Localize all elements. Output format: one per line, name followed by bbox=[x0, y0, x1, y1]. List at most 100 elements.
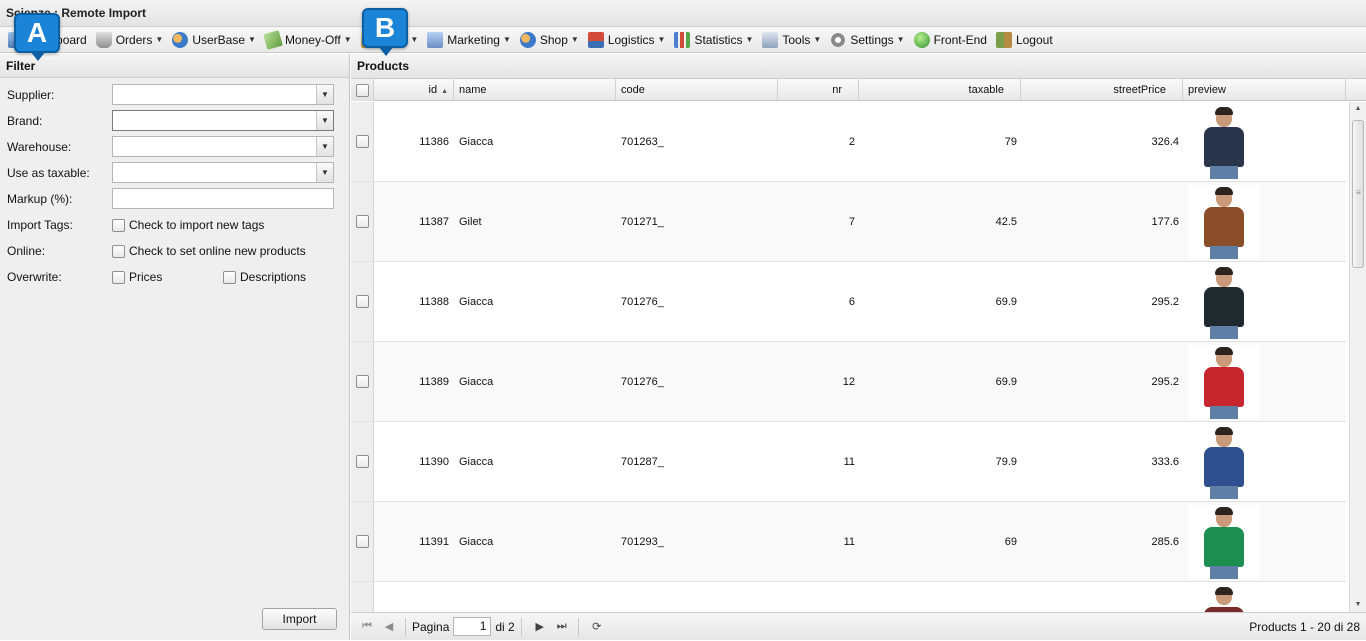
caret-down-icon: ▼ bbox=[570, 35, 579, 44]
import-tags-row: Import Tags: Check to import new tags bbox=[7, 214, 337, 236]
cell-id bbox=[374, 582, 454, 612]
row-checkbox[interactable] bbox=[355, 215, 369, 228]
select-all-checkbox[interactable] bbox=[355, 83, 369, 97]
next-page-icon[interactable]: ▶ bbox=[530, 617, 550, 637]
product-preview-image[interactable] bbox=[1188, 344, 1260, 419]
table-row[interactable] bbox=[351, 582, 1346, 612]
product-preview-image[interactable] bbox=[1188, 264, 1260, 339]
table-row[interactable]: 11387 Gilet 701271_ 7 42.5 177.6 bbox=[351, 182, 1346, 262]
menu-item-label: Statistics bbox=[694, 32, 743, 47]
menu-item-orders[interactable]: Orders ▼ bbox=[92, 29, 168, 51]
markup-label: Markup (%): bbox=[7, 192, 73, 206]
chevron-down-icon[interactable]: ▼ bbox=[316, 85, 333, 104]
last-page-icon[interactable]: ⏭ bbox=[552, 617, 572, 637]
product-preview-image[interactable] bbox=[1188, 104, 1260, 179]
table-row[interactable]: 11391 Giacca 701293_ 11 69 285.6 bbox=[351, 502, 1346, 582]
warehouse-label: Warehouse: bbox=[7, 140, 72, 154]
cell-code bbox=[616, 582, 778, 612]
chevron-down-icon[interactable]: ▼ bbox=[316, 137, 333, 156]
menu-item-marketing[interactable]: Marketing ▼ bbox=[423, 29, 515, 51]
import-button[interactable]: Import bbox=[262, 608, 337, 630]
product-preview-image[interactable] bbox=[1188, 504, 1260, 579]
row-select-cell[interactable] bbox=[351, 342, 374, 421]
checkbox[interactable] bbox=[223, 270, 236, 284]
window-title: Scienze : Remote Import bbox=[0, 0, 1366, 27]
first-page-icon[interactable]: ⏮ bbox=[357, 617, 377, 637]
row-select-cell[interactable] bbox=[351, 102, 374, 181]
supplier-combo[interactable]: ▼ bbox=[112, 84, 334, 105]
row-checkbox[interactable] bbox=[355, 295, 369, 308]
column-preview[interactable]: preview bbox=[1183, 79, 1346, 101]
cell-preview bbox=[1183, 102, 1346, 181]
scroll-up-icon[interactable]: ▲ bbox=[1350, 102, 1366, 116]
cell-id: 11387 bbox=[419, 215, 449, 228]
taxable-combo[interactable]: ▼ bbox=[112, 162, 334, 183]
online-label: Online: bbox=[7, 244, 46, 258]
row-checkbox[interactable] bbox=[355, 375, 369, 388]
header-spacer bbox=[1346, 79, 1366, 101]
products-panel: Products id ▲ name code nr taxable street… bbox=[351, 54, 1366, 640]
cart-icon bbox=[95, 31, 112, 48]
menu-item-money-off[interactable]: Money-Off ▼ bbox=[261, 29, 356, 51]
table-row[interactable]: 11389 Giacca 701276_ 12 69.9 295.2 bbox=[351, 342, 1346, 422]
cell-taxable bbox=[859, 582, 1021, 612]
column-nr[interactable]: nr bbox=[778, 79, 859, 101]
table-row[interactable]: 11388 Giacca 701276_ 6 69.9 295.2 bbox=[351, 262, 1346, 342]
row-checkbox[interactable] bbox=[355, 135, 369, 148]
vertical-scrollbar[interactable]: ▲ ≡ ▼ bbox=[1349, 102, 1366, 612]
scroll-down-icon[interactable]: ▼ bbox=[1350, 598, 1366, 612]
row-checkbox[interactable] bbox=[355, 535, 369, 548]
table-row[interactable]: 11390 Giacca 701287_ 11 79.9 333.6 bbox=[351, 422, 1346, 502]
prices-checkbox[interactable]: Prices bbox=[112, 270, 162, 284]
menu-item-label: Tools bbox=[782, 32, 811, 47]
menu-item-settings[interactable]: Settings ▼ bbox=[826, 29, 908, 51]
row-select-cell[interactable] bbox=[351, 502, 374, 581]
menu-item-logout[interactable]: Logout bbox=[992, 29, 1057, 51]
select-all-cell[interactable] bbox=[351, 79, 374, 101]
caret-down-icon: ▼ bbox=[813, 35, 822, 44]
column-name[interactable]: name bbox=[454, 79, 616, 101]
descriptions-checkbox[interactable]: Descriptions bbox=[223, 270, 306, 284]
column-streetprice[interactable]: streetPrice bbox=[1021, 79, 1183, 101]
checkbox[interactable] bbox=[112, 270, 125, 284]
column-id-label: id bbox=[428, 84, 438, 96]
brand-combo[interactable]: ▼ bbox=[112, 110, 334, 131]
pager-separator bbox=[405, 617, 406, 636]
menu-item-front-end[interactable]: Front-End bbox=[910, 29, 991, 51]
menu-item-label: Logistics bbox=[607, 32, 655, 47]
menu-item-statistics[interactable]: Statistics ▼ bbox=[670, 29, 757, 51]
row-select-cell[interactable] bbox=[351, 262, 374, 341]
markup-input[interactable] bbox=[112, 188, 334, 209]
chevron-down-icon[interactable]: ▼ bbox=[316, 111, 333, 130]
column-taxable[interactable]: taxable bbox=[859, 79, 1021, 101]
table-row[interactable]: 11386 Giacca 701263_ 2 79 326.4 bbox=[351, 102, 1346, 182]
refresh-icon[interactable]: ⟳ bbox=[587, 617, 607, 637]
warehouse-combo[interactable]: ▼ bbox=[112, 136, 334, 157]
product-preview-image[interactable] bbox=[1188, 584, 1260, 612]
scrollbar-thumb[interactable]: ≡ bbox=[1352, 120, 1364, 268]
row-select-cell[interactable] bbox=[351, 182, 374, 261]
product-preview-image[interactable] bbox=[1188, 184, 1260, 259]
menu-item-label: Front-End bbox=[933, 32, 987, 47]
brand-row: Brand: ▼ bbox=[7, 110, 337, 132]
menu-item-shop[interactable]: Shop ▼ bbox=[516, 29, 583, 51]
cell-name: Giacca bbox=[459, 295, 494, 308]
online-checkbox[interactable]: Check to set online new products bbox=[112, 244, 306, 258]
prev-page-icon[interactable]: ◀ bbox=[379, 617, 399, 637]
online-row: Online: Check to set online new products bbox=[7, 240, 337, 262]
row-select-cell[interactable] bbox=[351, 422, 374, 501]
checkbox[interactable] bbox=[112, 244, 125, 258]
checkbox[interactable] bbox=[112, 218, 125, 232]
menu-item-tools[interactable]: Tools ▼ bbox=[758, 29, 825, 51]
row-checkbox[interactable] bbox=[355, 455, 369, 468]
import-tags-checkbox[interactable]: Check to import new tags bbox=[112, 218, 264, 232]
menu-item-userbase[interactable]: UserBase ▼ bbox=[168, 29, 260, 51]
chevron-down-icon[interactable]: ▼ bbox=[316, 163, 333, 182]
product-preview-image[interactable] bbox=[1188, 424, 1260, 499]
menu-item-logistics[interactable]: Logistics ▼ bbox=[584, 29, 670, 51]
page-input[interactable]: 1 bbox=[453, 617, 492, 636]
cell-id: 11389 bbox=[419, 375, 449, 388]
column-code[interactable]: code bbox=[616, 79, 778, 101]
column-id[interactable]: id ▲ bbox=[374, 79, 454, 101]
row-select-cell[interactable] bbox=[351, 582, 374, 612]
